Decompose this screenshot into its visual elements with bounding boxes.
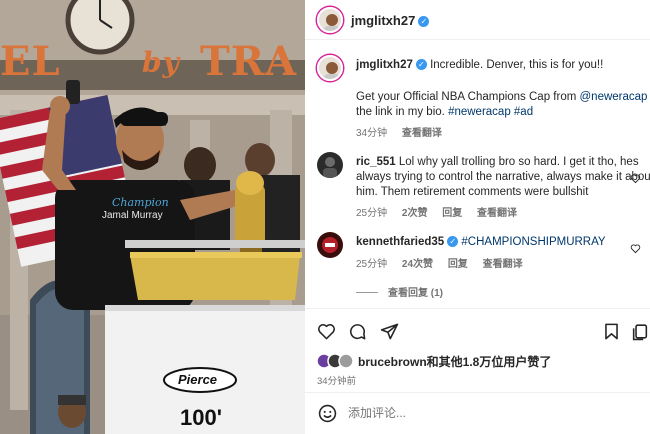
truck-brand-text: Pierce <box>178 372 218 387</box>
comment-kenneth-reply-button[interactable]: 回复 <box>448 259 468 270</box>
comment-avatar-ric[interactable] <box>317 152 343 178</box>
post-details-panel: jmglitxh27 ✓ jmglitxh27 ✓ Incredible. Denv… <box>305 0 650 434</box>
author-avatar[interactable] <box>317 7 343 33</box>
comment-avatar-kenneth[interactable] <box>317 232 343 258</box>
post-photo[interactable]: EL by TRA Champion Jamal Murray Pierce 1… <box>0 0 305 434</box>
likes-user[interactable]: brucebrown <box>358 355 427 369</box>
sign-letters-right: TRA <box>200 38 298 85</box>
comment-ric-time[interactable]: 25分钟 <box>356 208 387 219</box>
comment-ric-line-2: always trying to control the narrative, … <box>356 171 650 183</box>
caption-author-avatar[interactable] <box>317 55 343 81</box>
actions-divider <box>305 308 650 309</box>
caption-text-1: Incredible. Denver, this is for you!! <box>430 59 604 71</box>
comment-ric-like-icon[interactable] <box>625 168 645 188</box>
header-username-text[interactable]: jmglitxh27 <box>351 13 415 28</box>
sign-letters-mid: by <box>142 46 180 79</box>
caption-mention-link[interactable]: @neweracap <box>580 91 648 103</box>
comment-ric-reply-button[interactable]: 回复 <box>442 208 462 219</box>
caption-hashtags-link[interactable]: #neweracap #ad <box>448 106 533 118</box>
truck-number-text: 100' <box>180 405 222 430</box>
shirt-name-text: Jamal Murray <box>102 210 163 221</box>
comment-kenneth-meta: 25分钟 24次赞 回复 查看翻译 <box>356 255 535 270</box>
comment-kenneth-like-icon[interactable] <box>625 238 645 258</box>
comment-ric-line-1: ric_551 Lol why yall trolling bro so har… <box>356 154 650 170</box>
likes-summary: brucebrown和其他1.8万位用户赞了 <box>358 354 551 370</box>
comment-ric-likes[interactable]: 2次赞 <box>402 208 428 219</box>
comment-kenneth-verified-badge-icon: ✓ <box>447 236 459 247</box>
like-icon[interactable] <box>316 321 336 341</box>
emoji-icon[interactable] <box>317 403 337 423</box>
comment-ric-translate-button[interactable]: 查看翻译 <box>477 208 517 219</box>
header-username[interactable]: jmglitxh27 ✓ <box>351 13 430 28</box>
view-replies-row[interactable]: 查看回复 (1) <box>356 284 455 299</box>
caption-text-3: the link in my bio. <box>356 106 445 118</box>
share-icon[interactable] <box>379 321 399 341</box>
caption-meta: 34分钟 查看翻译 <box>356 124 454 139</box>
likes-count-text[interactable]: 和其他1.8万位用户赞了 <box>427 355 552 369</box>
verified-badge-icon: ✓ <box>418 16 430 27</box>
composer-divider <box>305 392 650 393</box>
view-replies-button[interactable]: 查看回复 (1) <box>388 288 443 299</box>
caption-username[interactable]: jmglitxh27 <box>356 59 413 71</box>
caption-line-3: the link in my bio. #neweracap #ad <box>356 104 650 120</box>
post-timestamp[interactable]: 34分钟前 <box>317 373 356 387</box>
caption-text-2: Get your Official NBA Champions Cap from <box>356 91 577 103</box>
comment-kenneth-line: kennethfaried35 ✓ #CHAMPIONSHIPMURRAY <box>356 234 650 250</box>
more-options-icon[interactable] <box>630 321 650 341</box>
comment-ric-username[interactable]: ric_551 <box>356 156 396 168</box>
add-comment-input[interactable] <box>348 404 628 422</box>
caption-line-2: Get your Official NBA Champions Cap from… <box>356 89 650 105</box>
comment-kenneth-time[interactable]: 25分钟 <box>356 259 387 270</box>
caption-verified-badge-icon: ✓ <box>415 59 427 70</box>
save-bookmark-icon[interactable] <box>601 321 621 341</box>
post-header: jmglitxh27 ✓ <box>305 0 650 40</box>
caption-translate-button[interactable]: 查看翻译 <box>402 128 442 139</box>
caption-line-1: jmglitxh27 ✓ Incredible. Denver, this is … <box>356 57 650 73</box>
view-replies-line <box>356 292 378 293</box>
comment-kenneth-likes[interactable]: 24次赞 <box>402 259 433 270</box>
comment-kenneth-translate-button[interactable]: 查看翻译 <box>483 259 523 270</box>
comment-ric-line-3: him. Them retirement comments were bulls… <box>356 186 589 198</box>
liker-avatars[interactable] <box>316 353 362 369</box>
sign-letters-left: EL <box>0 38 61 85</box>
comment-ric-meta: 25分钟 2次赞 回复 查看翻译 <box>356 204 529 219</box>
comment-ric-text-1: Lol why yall trolling bro so hard. I get… <box>398 156 639 168</box>
comment-kenneth-hashtag[interactable]: #CHAMPIONSHIPMURRAY <box>461 236 605 248</box>
caption-timestamp[interactable]: 34分钟 <box>356 128 387 139</box>
comment-kenneth-username[interactable]: kennethfaried35 <box>356 236 444 248</box>
shirt-script-text: Champion <box>112 196 169 209</box>
comment-icon[interactable] <box>347 321 367 341</box>
